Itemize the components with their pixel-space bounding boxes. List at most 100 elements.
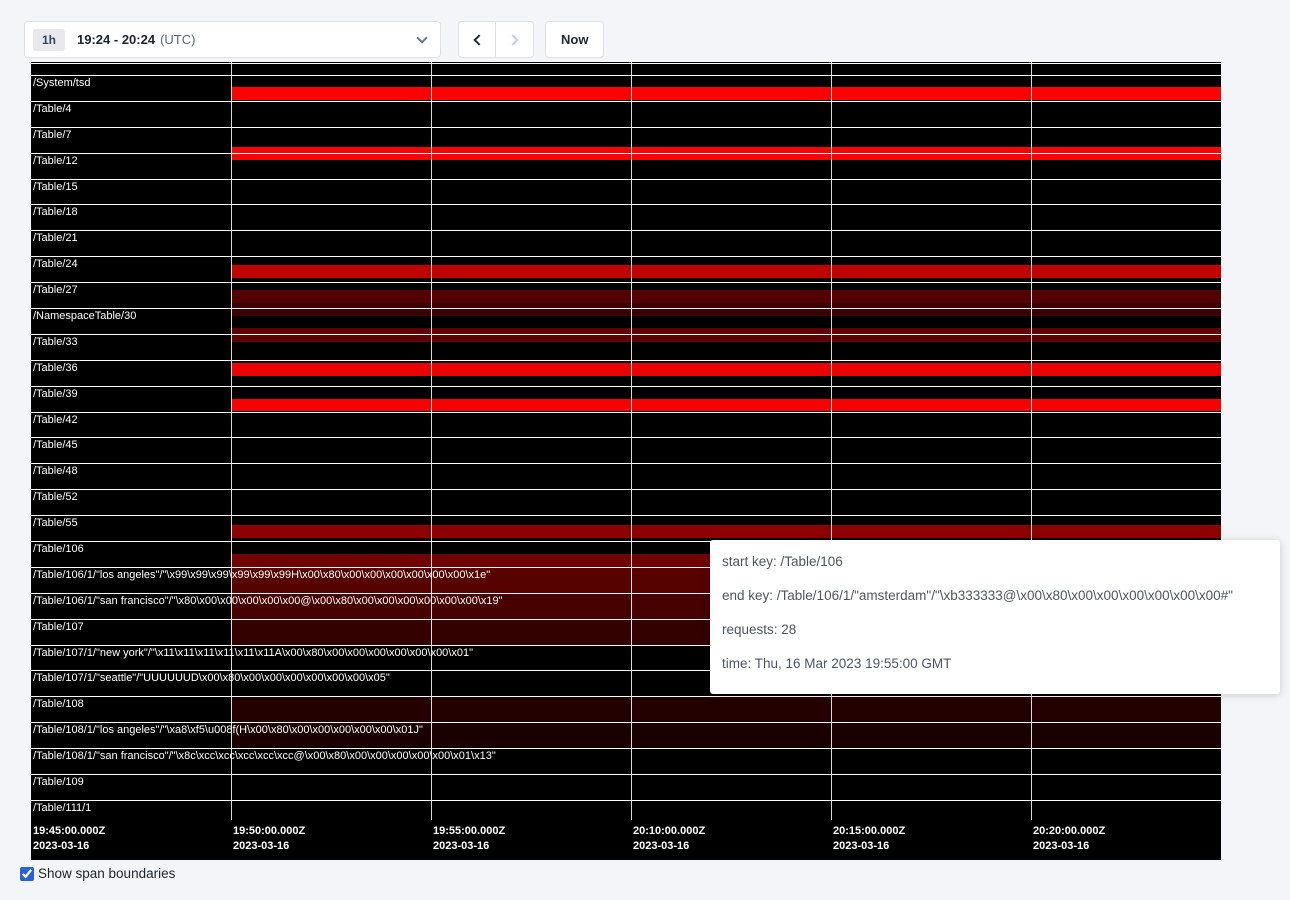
axis-time: 20:20:00.000Z (1033, 824, 1105, 839)
row-label: /Table/107 (33, 621, 84, 633)
axis-time-label: 19:55:00.000Z2023-03-16 (433, 824, 505, 854)
time-gridline (831, 62, 832, 820)
span-boundary-line (31, 748, 1221, 749)
tooltip-end-key: end key: /Table/106/1/"amsterdam"/"\xb33… (722, 587, 1266, 604)
row-label: /Table/18 (33, 206, 78, 218)
row-label: /Table/15 (33, 181, 78, 193)
span-boundary-line (31, 282, 1221, 283)
tooltip-start-key: start key: /Table/106 (722, 553, 1266, 570)
span-tooltip: start key: /Table/106 end key: /Table/10… (710, 540, 1280, 694)
span-boundary-line (31, 489, 1221, 490)
row-label: /Table/4 (33, 103, 72, 115)
row-label: /Table/39 (33, 388, 78, 400)
range-duration-badge: 1h (33, 29, 65, 51)
toolbar: 1h 19:24 - 20:24 (UTC) Now (24, 21, 604, 58)
row-label: /Table/107/1/"new york"/"\x11\x11\x11\x1… (33, 647, 473, 659)
next-range-button[interactable] (496, 21, 534, 58)
span-boundary-line (31, 127, 1221, 128)
time-range-selector[interactable]: 1h 19:24 - 20:24 (UTC) (24, 21, 441, 58)
span-boundary-line (31, 204, 1221, 205)
axis-time: 20:10:00.000Z (633, 824, 705, 839)
span-boundary-line (31, 360, 1221, 361)
time-gridline (1031, 62, 1032, 820)
row-label: /Table/106/1/"los angeles"/"\x99\x99\x99… (33, 569, 490, 581)
range-text: 19:24 - 20:24 (77, 32, 155, 47)
heat-band[interactable] (231, 290, 1221, 303)
now-button[interactable]: Now (545, 21, 604, 58)
heat-band[interactable] (231, 399, 1221, 411)
span-boundary-line (31, 230, 1221, 231)
row-label: /Table/111/1 (33, 802, 91, 814)
row-label: /Table/7 (33, 129, 72, 141)
row-label: /Table/36 (33, 362, 78, 374)
span-boundary-line (31, 800, 1221, 801)
row-label: /Table/52 (33, 491, 78, 503)
axis-time: 19:45:00.000Z (33, 824, 105, 839)
row-label: /Table/48 (33, 465, 78, 477)
axis-time: 19:55:00.000Z (433, 824, 505, 839)
key-visualizer-canvas[interactable]: /System/tsd/Table/4/Table/7/Table/12/Tab… (31, 62, 1221, 860)
row-label: /Table/106/1/"san francisco"/"\x80\x00\x… (33, 595, 503, 607)
axis-date: 2023-03-16 (1033, 839, 1105, 854)
span-boundary-line (31, 386, 1221, 387)
chevron-down-icon (416, 32, 427, 43)
row-label: /Table/27 (33, 284, 78, 296)
footer-controls: Show span boundaries (20, 866, 175, 881)
axis-date: 2023-03-16 (833, 839, 905, 854)
axis-time: 19:50:00.000Z (233, 824, 305, 839)
span-boundary-line (31, 179, 1221, 180)
span-boundary-line (31, 334, 1221, 335)
span-boundary-line (31, 696, 1221, 697)
heat-band[interactable] (231, 328, 1221, 342)
row-label: /Table/107/1/"seattle"/"UUUUUUD\x00\x80\… (33, 672, 390, 684)
heat-band[interactable] (231, 87, 1221, 100)
axis-time: 20:15:00.000Z (833, 824, 905, 839)
axis-time-label: 20:20:00.000Z2023-03-16 (1033, 824, 1105, 854)
span-boundary-line (31, 153, 1221, 154)
axis-time-label: 19:45:00.000Z2023-03-16 (33, 824, 105, 854)
axis-date: 2023-03-16 (233, 839, 305, 854)
axis-date: 2023-03-16 (33, 839, 105, 854)
heat-band[interactable] (231, 265, 1221, 278)
tooltip-time: time: Thu, 16 Mar 2023 19:55:00 GMT (722, 655, 1266, 672)
row-label: /Table/42 (33, 414, 78, 426)
row-label: /Table/55 (33, 517, 78, 529)
span-boundary-line (31, 463, 1221, 464)
row-label: /System/tsd (33, 77, 90, 89)
heat-band[interactable] (231, 303, 1221, 316)
span-boundary-line (31, 437, 1221, 438)
row-label: /Table/21 (33, 232, 78, 244)
axis-date: 2023-03-16 (633, 839, 705, 854)
show-span-boundaries-checkbox[interactable] (20, 867, 34, 881)
row-label: /Table/45 (33, 439, 78, 451)
row-label: /Table/108/1/"los angeles"/"\xa8\xf5\u00… (33, 724, 423, 736)
heat-band[interactable] (231, 696, 1221, 722)
time-gridline (631, 62, 632, 820)
row-label: /NamespaceTable/30 (33, 310, 136, 322)
span-boundary-line (31, 256, 1221, 257)
heat-band[interactable] (231, 525, 1221, 538)
show-span-boundaries-label: Show span boundaries (38, 866, 175, 881)
span-boundary-line (31, 308, 1221, 309)
range-timezone: (UTC) (160, 32, 195, 47)
row-label: /Table/24 (33, 258, 78, 270)
time-gridline (231, 62, 232, 820)
chevron-right-icon (507, 34, 518, 45)
time-gridline (431, 62, 432, 820)
span-boundary-line (31, 722, 1221, 723)
row-label: /Table/33 (33, 336, 78, 348)
row-label: /Table/109 (33, 776, 84, 788)
span-boundary-line (31, 75, 1221, 76)
span-boundary-line (31, 412, 1221, 413)
heat-band[interactable] (231, 363, 1221, 376)
prev-range-button[interactable] (458, 21, 496, 58)
time-nav-group (458, 21, 534, 58)
row-label: /Table/108 (33, 698, 84, 710)
row-label: /Table/108/1/"san francisco"/"\x8c\xcc\x… (33, 750, 496, 762)
axis-time-label: 20:10:00.000Z2023-03-16 (633, 824, 705, 854)
span-boundary-line (31, 101, 1221, 102)
row-label: /Table/12 (33, 155, 78, 167)
axis-time-label: 19:50:00.000Z2023-03-16 (233, 824, 305, 854)
axis-time-label: 20:15:00.000Z2023-03-16 (833, 824, 905, 854)
axis-date: 2023-03-16 (433, 839, 505, 854)
